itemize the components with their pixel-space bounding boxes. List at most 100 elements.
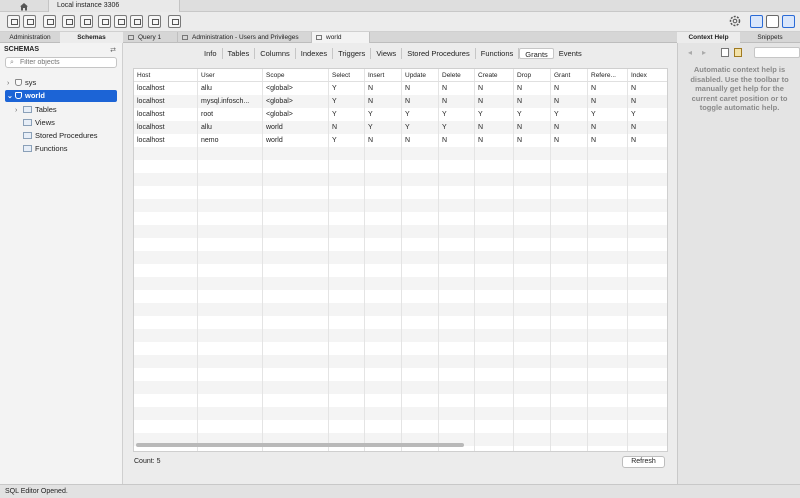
tree-item-tables[interactable]: › Tables [15,104,57,116]
table-cell: <global> [266,98,293,105]
table-cell: N [591,98,597,105]
table-cell: Y [368,111,373,118]
create-table-icon[interactable] [80,15,93,28]
toggle-sidebar-icon[interactable] [750,15,763,28]
table-cell: N [405,98,411,105]
database-icon [15,79,22,86]
new-sql-tab-icon[interactable] [7,15,20,28]
refresh-button[interactable]: Refresh [622,456,665,468]
table-row[interactable]: localhost nemo world Y N N N N N N N N [134,134,667,147]
open-sql-script-icon[interactable] [23,15,36,28]
open-inspector-icon[interactable] [43,15,56,28]
table-cell: N [631,137,637,144]
create-schema-icon[interactable] [62,15,75,28]
table-cell: N [554,137,560,144]
table-cell: root [201,111,214,118]
filter-box[interactable]: ⌕ [5,57,117,68]
gear-icon[interactable] [729,15,741,27]
create-function-icon[interactable] [130,15,143,28]
subtab-functions[interactable]: Functions [476,48,520,59]
create-procedure-icon[interactable] [114,15,127,28]
tree-item-stored-procedures[interactable]: Stored Procedures [23,130,98,142]
home-tab[interactable] [0,0,48,12]
table-cell: <global> [266,111,293,118]
table-cell: localhost [137,111,165,118]
column-header[interactable]: Delete [439,69,475,82]
table-cell: Y [332,111,337,118]
tab-users-privileges[interactable]: Administration - Users and Privileges [178,32,312,43]
toggle-secondary-sidebar-icon[interactable] [782,15,795,28]
subtab-triggers[interactable]: Triggers [333,48,372,59]
forward-icon[interactable]: ▸ [702,48,706,57]
column-header[interactable]: Drop [514,69,551,82]
chevron-down-icon[interactable]: ⌄ [7,91,15,103]
column-header[interactable]: Host [134,69,198,82]
subtab-stored-procedures[interactable]: Stored Procedures [402,48,476,59]
table-cell: N [478,98,484,105]
search-table-data-icon[interactable] [148,15,161,28]
column-header[interactable]: Scope [263,69,329,82]
table-cell: Y [442,124,447,131]
grid-header: Host User Scope Select Insert Update Delete Cre… [134,69,667,82]
schema-sys[interactable]: › sys [7,77,117,89]
table-cell: N [405,137,411,144]
subtab-columns[interactable]: Columns [255,48,296,59]
help-topic-field[interactable] [754,47,800,58]
table-cell: N [478,124,484,131]
table-cell: allu [201,124,212,131]
tab-administration[interactable]: Administration [0,32,60,43]
column-header[interactable]: Select [329,69,365,82]
tab-world[interactable]: world [312,32,370,43]
subtab-events[interactable]: Events [554,48,587,59]
table-cell: N [591,85,597,92]
table-cell: localhost [137,85,165,92]
refresh-schemas-icon[interactable]: ⇄ [110,46,116,54]
column-header[interactable]: Grant [551,69,588,82]
back-icon[interactable]: ◂ [688,48,692,57]
procedures-folder-icon [23,132,32,139]
reconnect-icon[interactable] [168,15,181,28]
sql-file-icon [128,35,134,40]
auto-help-icon[interactable] [734,48,742,57]
column-header[interactable]: Insert [365,69,402,82]
column-header[interactable]: Refere... [588,69,628,82]
chevron-right-icon[interactable]: › [7,78,15,90]
table-row[interactable]: localhost mysql.infosch... <global> Y N N N N N N… [134,95,667,108]
schema-world[interactable]: ⌄ world [5,90,117,102]
scrollbar-thumb[interactable] [136,443,464,447]
column-header[interactable]: Update [402,69,439,82]
subtab-grants[interactable]: Grants [519,48,554,59]
table-cell: Y [554,111,559,118]
title-bar: Local instance 3306 [0,0,800,12]
column-header[interactable]: Create [475,69,514,82]
subtab-tables[interactable]: Tables [223,48,256,59]
tab-schemas[interactable]: Schemas [60,32,123,43]
subtab-indexes[interactable]: Indexes [296,48,334,59]
chevron-right-icon[interactable]: › [15,105,23,117]
views-folder-icon [23,119,32,126]
tree-item-views[interactable]: Views [23,117,55,129]
column-header[interactable]: User [198,69,263,82]
table-row[interactable]: localhost allu <global> Y N N N N N N N N [134,82,667,95]
tab-query-1[interactable]: Query 1 [124,32,178,43]
toggle-output-icon[interactable] [766,15,779,28]
create-view-icon[interactable] [98,15,111,28]
table-cell: N [554,124,560,131]
subtab-info[interactable]: Info [199,48,223,59]
tree-item-functions[interactable]: Functions [23,143,68,155]
tab-snippets[interactable]: Snippets [740,32,800,43]
connection-tab[interactable]: Local instance 3306 [48,0,180,12]
table-cell: N [405,85,411,92]
tables-folder-icon [23,106,32,113]
table-cell: Y [442,111,447,118]
filter-objects-input[interactable] [20,58,114,67]
horizontal-scrollbar[interactable] [134,441,667,449]
table-row[interactable]: localhost root <global> Y Y Y Y Y Y Y Y Y [134,108,667,121]
manual-help-icon[interactable] [721,48,729,57]
schema-inspector-icon [316,35,322,40]
table-row[interactable]: localhost allu world N Y Y Y N N N N N [134,121,667,134]
tab-context-help[interactable]: Context Help [677,32,740,43]
subtab-views[interactable]: Views [371,48,403,59]
column-header[interactable]: Index [628,69,667,82]
status-bar: SQL Editor Opened. [0,484,800,498]
